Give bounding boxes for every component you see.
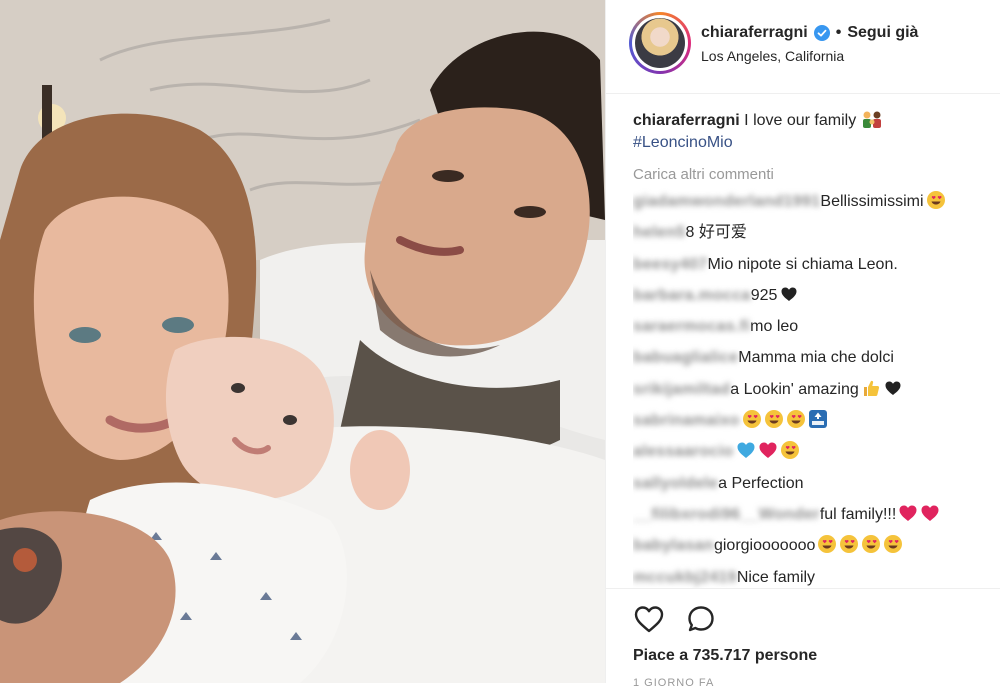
comment-bubble-icon[interactable] <box>686 604 716 634</box>
comment-text: mo leo <box>750 318 799 336</box>
avatar-image <box>635 18 685 68</box>
comment-text: giorgiooooooo <box>713 537 816 555</box>
red-heart-emoji-icon <box>899 505 917 521</box>
comment-text: ful family!!! <box>819 505 897 523</box>
comment-username[interactable]: giadamwonderland1991 <box>633 186 820 217</box>
comment-text: a Perfection <box>718 474 804 492</box>
comments-list[interactable]: chiaraferragni I love our family #Leonci… <box>633 110 993 588</box>
story-ring[interactable] <box>629 12 691 74</box>
location-link[interactable]: Los Angeles, California <box>701 48 844 64</box>
comment-username[interactable]: sabrinamaixo <box>633 405 740 436</box>
caption-hashtag[interactable]: #LeoncinoMio <box>633 132 993 154</box>
comment-text: 925 <box>750 286 778 304</box>
header-separator: • <box>835 24 842 41</box>
comment-row: mccukbj2419Nice family <box>633 562 993 588</box>
heart-eyes-emoji-icon <box>926 191 945 209</box>
comment-text: 8 好可爱 <box>685 224 747 242</box>
post-actions: Piace a 735.717 persone 1 GIORNO FA <box>606 588 1000 689</box>
comment-row: sabrinamaixo <box>633 405 993 436</box>
black-heart-emoji-icon <box>885 381 901 395</box>
follow-status-button[interactable]: Segui già <box>847 24 918 42</box>
heart-eyes-emoji-icon <box>840 535 859 554</box>
comment-username[interactable]: __filibxrodi96__Wonder <box>633 499 820 530</box>
red-heart-emoji-icon <box>921 505 939 521</box>
load-more-comments-button[interactable]: Carica altri commenti <box>633 164 993 186</box>
comment-text: a Lookin' amazing <box>730 380 859 398</box>
comment-username[interactable]: helen5 <box>633 217 686 248</box>
comment-text: Mio nipote si chiama Leon. <box>707 255 898 273</box>
comment-row: babylasangiorgiooooooo <box>633 530 993 561</box>
comment-username[interactable]: mccukbj2419 <box>633 562 737 588</box>
comment-rows: giadamwonderland1991Bellissimissimi helen… <box>633 186 993 588</box>
heart-eyes-emoji-icon <box>780 441 799 460</box>
thumbs-up-emoji-icon <box>863 380 879 396</box>
comment-row: srikijamiltada Lookin' amazing <box>633 374 993 405</box>
heart-eyes-emoji-icon <box>786 410 805 429</box>
heart-eyes-emoji-icon <box>862 535 881 554</box>
comment-username[interactable]: babuaglialice <box>633 342 738 373</box>
heart-eyes-emoji-icon <box>742 410 761 429</box>
likes-count[interactable]: Piace a 735.717 persone <box>633 647 817 665</box>
comment-username[interactable]: srikijamiltad <box>633 374 730 405</box>
black-heart-emoji-icon <box>781 287 797 301</box>
top-arrow-emoji-icon <box>808 410 827 429</box>
caption-text: I love our family <box>744 112 857 129</box>
comment-row: alessaarocio <box>633 436 993 467</box>
comment-row: barbara.mocca925 <box>633 280 993 311</box>
comment-text: Bellissimissimi <box>820 193 924 210</box>
verified-badge-icon <box>813 25 830 41</box>
comment-username[interactable]: beesy407 <box>633 249 707 280</box>
photo-illustration <box>0 0 605 683</box>
post-side-panel: chiaraferragni • Segui già Los Angeles, … <box>605 0 1000 689</box>
family-emoji-icon <box>862 111 881 128</box>
comment-row: saraermocas.fimo leo <box>633 311 993 342</box>
caption-username[interactable]: chiaraferragni <box>633 112 740 129</box>
comment-row: sallyoldelea Perfection <box>633 468 993 499</box>
heart-eyes-emoji-icon <box>884 535 903 554</box>
post-caption: chiaraferragni I love our family #Leonci… <box>633 110 993 154</box>
comment-row: babuaglialiceMamma mia che dolci <box>633 342 993 373</box>
comment-username[interactable]: alessaarocio <box>633 436 734 467</box>
header-username[interactable]: chiaraferragni <box>701 24 808 42</box>
instagram-post: chiaraferragni • Segui già Los Angeles, … <box>0 0 1000 689</box>
blue-heart-emoji-icon <box>737 442 755 459</box>
avatar[interactable] <box>632 15 688 71</box>
comment-row: beesy407Mio nipote si chiama Leon. <box>633 249 993 280</box>
comment-username[interactable]: sallyoldele <box>633 468 718 499</box>
comment-row: __filibxrodi96__Wonderful family!!! <box>633 499 993 530</box>
comment-row: giadamwonderland1991Bellissimissimi <box>633 186 993 217</box>
header-username-row: chiaraferragni • Segui già <box>701 22 918 44</box>
red-heart-emoji-icon <box>759 442 777 459</box>
comment-username[interactable]: saraermocas.fi <box>633 311 750 342</box>
post-photo[interactable] <box>0 0 605 683</box>
comment-text: Mamma mia che dolci <box>738 349 894 367</box>
post-header: chiaraferragni • Segui già Los Angeles, … <box>606 0 1000 94</box>
comment-username[interactable]: babylasan <box>633 530 714 561</box>
heart-eyes-emoji-icon <box>764 410 783 429</box>
like-heart-icon[interactable] <box>633 604 665 634</box>
comment-row: helen58 好可爱 <box>633 217 993 248</box>
comment-text: Nice family <box>736 568 816 586</box>
heart-eyes-emoji-icon <box>818 535 837 554</box>
comment-username[interactable]: barbara.mocca <box>633 280 751 311</box>
post-timestamp: 1 GIORNO FA <box>633 677 715 689</box>
